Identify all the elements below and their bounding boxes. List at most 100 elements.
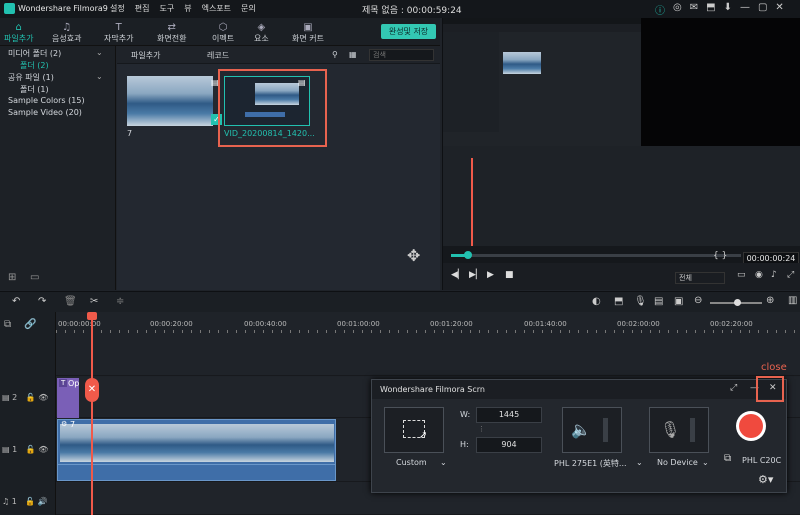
account-icon[interactable]: ◎ <box>673 2 682 17</box>
monitor-label[interactable]: PHL C20C <box>742 456 781 465</box>
eye-icon[interactable]: 👁 <box>38 445 48 454</box>
more-icon[interactable]: ▥ <box>788 295 797 306</box>
stop-icon[interactable]: ■ <box>505 270 514 280</box>
menu-help[interactable]: 문의 <box>241 3 256 14</box>
maximize-icon[interactable]: ▢ <box>758 2 767 17</box>
chevron-down-icon[interactable]: ⌄ <box>96 72 103 81</box>
capture-area-button[interactable]: ➚ <box>384 407 444 453</box>
undo-icon[interactable]: ↶ <box>12 296 20 307</box>
record-button[interactable] <box>736 411 766 441</box>
export-button[interactable]: 완성및 저장 <box>381 24 436 39</box>
store-icon[interactable]: ⬒ <box>706 2 715 17</box>
text-icon: T <box>115 22 122 33</box>
library-item-shared-folder[interactable]: 폴더 (1) <box>20 84 49 95</box>
new-folder-icon[interactable]: ⊞ <box>8 272 16 283</box>
info-icon[interactable]: ⓘ <box>655 2 665 17</box>
library-item-shared[interactable]: 공유 파일 (1) <box>8 72 54 83</box>
zoom-handle[interactable] <box>734 299 741 306</box>
audio-mix-icon[interactable]: ▤ <box>654 296 663 307</box>
close-window-icon[interactable]: ✕ <box>775 2 783 17</box>
eye-icon[interactable]: 👁 <box>38 393 48 402</box>
menu-view[interactable]: 뷰 <box>184 3 191 14</box>
folder-icon[interactable]: ▭ <box>30 272 39 283</box>
monitor-icon[interactable]: ▭ <box>737 270 746 280</box>
tab-import[interactable]: ⌂ 파일추가 <box>4 22 33 44</box>
library-item-media-folder[interactable]: 미디어 폴더 (2) <box>8 48 61 59</box>
library-item-folder[interactable]: 폴더 (2) <box>20 60 49 71</box>
menu-settings[interactable]: 설정 <box>110 3 125 14</box>
video-clip[interactable]: ⚙ 7 <box>57 419 336 481</box>
height-input[interactable]: 904 <box>476 437 542 453</box>
zoom-slider[interactable] <box>710 299 762 306</box>
library-item-sample-colors[interactable]: Sample Colors (15) <box>8 96 85 105</box>
volume-icon[interactable]: ♪ <box>771 270 777 280</box>
zoom-out-icon[interactable]: ⊖ <box>694 295 702 306</box>
chevron-down-icon[interactable]: ⌄ <box>440 458 447 467</box>
progress-handle[interactable] <box>464 251 473 259</box>
speaker-button[interactable]: 🔈 <box>562 407 622 453</box>
play-icon[interactable]: ▶ <box>487 270 494 280</box>
quality-select[interactable]: 전체 <box>675 272 725 284</box>
chevron-down-icon[interactable]: ⌄ <box>96 48 103 57</box>
mail-icon[interactable]: ✉ <box>690 2 698 17</box>
tab-effects[interactable]: ⬡ 이펙트 <box>212 22 234 44</box>
split-marker-icon[interactable]: ✕ <box>85 378 99 402</box>
clip-settings-icon[interactable]: ⚙ <box>61 420 67 428</box>
expand-icon[interactable]: ⤢ <box>730 383 737 393</box>
tab-transitions[interactable]: ⇄ 화면전환 <box>157 22 186 44</box>
speaker-icon[interactable]: 🔊 <box>38 497 48 506</box>
play-icon[interactable]: ▶▏ <box>469 270 483 280</box>
microphone-device-label[interactable]: No Device <box>657 458 698 467</box>
timeline-ruler[interactable]: 00:00:00:00 00:00:20:00 00:00:40:00 00:0… <box>56 312 800 334</box>
lock-icon[interactable]: 🔓 <box>26 393 36 402</box>
zoom-in-icon[interactable]: ⊕ <box>766 295 774 306</box>
minimize-icon[interactable]: — <box>740 2 750 17</box>
adjust-icon[interactable]: ≑ <box>116 296 124 307</box>
menu-edit[interactable]: 편집 <box>135 3 150 14</box>
library-item-sample-video[interactable]: Sample Video (20) <box>8 108 82 117</box>
chevron-down-icon[interactable]: ⌄ <box>636 458 643 467</box>
scissors-icon[interactable]: ✂ <box>90 296 98 307</box>
link-icon[interactable]: ⋮ <box>478 425 485 433</box>
tab-audio[interactable]: ♫ 음성효과 <box>52 22 81 44</box>
grid-view-icon[interactable]: ▦ <box>349 50 357 59</box>
microphone-button[interactable]: 🎙 <box>649 407 709 453</box>
search-input[interactable]: 검색 <box>369 49 434 61</box>
mark-brackets[interactable]: { } <box>713 251 727 261</box>
link-icon[interactable]: 🔗 <box>24 319 36 330</box>
tab-titles-label: 자막추가 <box>104 34 134 43</box>
height-label: H: <box>460 440 469 449</box>
filter-icon[interactable]: ⚲ <box>332 50 338 59</box>
speaker-device-label[interactable]: PHL 275E1 (英特... <box>554 458 627 469</box>
tab-elements[interactable]: ◈ 요소 <box>254 22 269 44</box>
tab-titles[interactable]: T 자막추가 <box>104 22 133 44</box>
snapshot-icon[interactable]: ◉ <box>755 270 763 280</box>
delete-icon[interactable]: 🗑 <box>64 296 77 307</box>
lock-icon[interactable]: 🔓 <box>26 445 36 454</box>
lock-icon[interactable]: 🔓 <box>25 497 35 506</box>
title-clip[interactable]: T Op <box>57 378 79 418</box>
chevron-down-icon[interactable]: ⌄ <box>702 458 709 467</box>
import-dropdown[interactable]: 파일추가 <box>131 50 160 61</box>
mic-icon[interactable]: 🎙 <box>634 296 647 307</box>
download-icon[interactable]: ⬇ <box>724 2 732 17</box>
playhead[interactable] <box>91 312 93 515</box>
render-icon[interactable]: ◐ <box>592 296 601 307</box>
menu-tools[interactable]: 도구 <box>159 3 174 14</box>
marker-icon[interactable]: ⬒ <box>614 296 623 307</box>
ruler-label: 00:00:40:00 <box>244 320 287 328</box>
progress-bar[interactable] <box>451 251 741 259</box>
capture-mode-label[interactable]: Custom <box>396 458 427 467</box>
playhead-handle[interactable] <box>87 312 97 320</box>
snapshot-icon[interactable]: ▣ <box>674 296 683 307</box>
menu-export[interactable]: 엑스포트 <box>202 3 231 14</box>
previous-icon[interactable]: ◀▏ <box>451 270 465 280</box>
fullscreen-icon[interactable]: ⤢ <box>787 270 794 280</box>
gear-icon[interactable]: ⚙▾ <box>758 473 773 486</box>
redo-icon[interactable]: ↷ <box>38 296 46 307</box>
add-track-icon[interactable]: ⧉ <box>4 319 11 330</box>
width-input[interactable]: 1445 <box>476 407 542 423</box>
ruler-label: 00:01:20:00 <box>430 320 473 328</box>
tab-split-screen[interactable]: ▣ 화면 커트 <box>292 22 324 44</box>
record-dropdown[interactable]: 레코드 <box>207 50 229 61</box>
